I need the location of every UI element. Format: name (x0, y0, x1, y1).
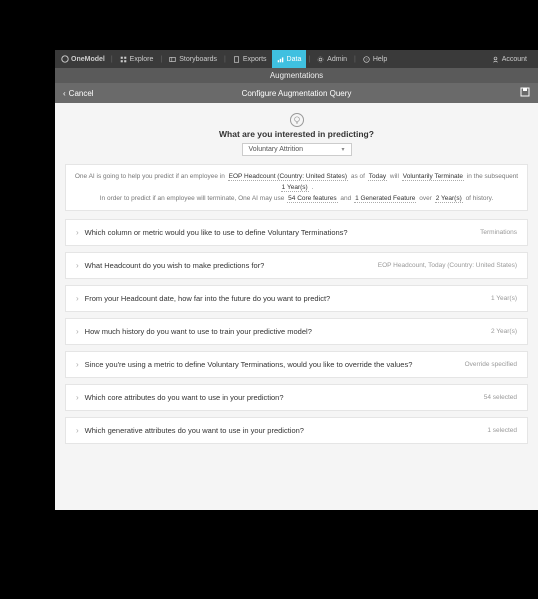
panel-value: 2 Year(s) (491, 328, 517, 335)
nav-label: Data (287, 56, 302, 63)
sentence-text: in the subsequent (467, 173, 518, 180)
nav-help[interactable]: ? Help (358, 50, 392, 68)
subheader: Augmentations (55, 68, 538, 83)
nav-label: Help (373, 56, 387, 63)
panel-value: EOP Headcount, Today (Country: United St… (378, 262, 517, 269)
sentence-text: One AI is going to help you predict if a… (75, 173, 225, 180)
content-area: What are you interested in predicting? V… (55, 103, 538, 510)
config-panel[interactable]: › How much history do you want to use to … (65, 318, 528, 345)
token-history[interactable]: 2 Year(s) (435, 195, 463, 203)
nav-separator: | (224, 56, 226, 63)
sentence-text: and (340, 195, 351, 202)
svg-text:?: ? (365, 57, 367, 61)
config-panel[interactable]: › From your Headcount date, how far into … (65, 285, 528, 312)
export-icon (233, 56, 240, 63)
sentence-text: as of (351, 173, 365, 180)
chevron-right-icon: › (76, 228, 79, 237)
panel-question: What Headcount do you wish to make predi… (85, 261, 378, 270)
token-horizon[interactable]: 1 Year(s) (281, 184, 309, 192)
chevron-right-icon: › (76, 327, 79, 336)
nav-separator: | (111, 56, 113, 63)
titlebar: ‹ Cancel Configure Augmentation Query (55, 83, 538, 103)
nav-label: Account (502, 56, 527, 63)
nav-data[interactable]: Data (272, 50, 307, 68)
panel-question: Which column or metric would you like to… (85, 228, 480, 237)
chevron-down-icon: ▾ (341, 146, 344, 153)
account-icon (492, 56, 499, 63)
panel-value: 1 selected (487, 427, 517, 434)
panel-value: Terminations (480, 229, 517, 236)
lightbulb-icon (290, 113, 304, 127)
intro-section: What are you interested in predicting? V… (65, 113, 528, 156)
token-gen-features[interactable]: 1 Generated Feature (354, 195, 416, 203)
nav-label: Explore (130, 56, 154, 63)
storyboard-icon (169, 56, 176, 63)
sentence-text: of history. (466, 195, 494, 202)
nav-label: Admin (327, 56, 347, 63)
config-panel[interactable]: › Which generative attributes do you want… (65, 417, 528, 444)
nav-separator: | (160, 56, 162, 63)
prediction-select[interactable]: Voluntary Attrition ▾ (242, 143, 352, 156)
nav-storyboards[interactable]: Storyboards (164, 50, 222, 68)
sentence-text: over (419, 195, 432, 202)
config-panel[interactable]: › Which column or metric would you like t… (65, 219, 528, 246)
intro-title: What are you interested in predicting? (65, 129, 528, 139)
nav-separator: | (308, 56, 310, 63)
panels-list: › Which column or metric would you like t… (65, 219, 528, 444)
top-nav: OneModel | Explore | Storyboards | Expor… (55, 50, 538, 68)
summary-sentence: One AI is going to help you predict if a… (65, 164, 528, 211)
panel-question: How much history do you want to use to t… (85, 327, 491, 336)
back-icon[interactable]: ‹ (63, 89, 66, 98)
panel-value: 1 Year(s) (491, 295, 517, 302)
panel-question: Which core attributes do you want to use… (85, 393, 484, 402)
chevron-right-icon: › (76, 360, 79, 369)
panel-value: Override specified (465, 361, 517, 368)
nav-admin[interactable]: Admin (312, 50, 352, 68)
chevron-right-icon: › (76, 426, 79, 435)
app-window: OneModel | Explore | Storyboards | Expor… (55, 50, 538, 510)
panel-question: Since you're using a metric to define Vo… (85, 360, 465, 369)
token-headcount[interactable]: EOP Headcount (Country: United States) (228, 173, 348, 181)
config-panel[interactable]: › Which core attributes do you want to us… (65, 384, 528, 411)
panel-value: 54 selected (484, 394, 517, 401)
data-icon (277, 56, 284, 63)
brand-label: OneModel (71, 56, 105, 63)
config-panel[interactable]: › Since you're using a metric to define V… (65, 351, 528, 378)
chevron-right-icon: › (76, 393, 79, 402)
sentence-text: In order to predict if an employee will … (100, 195, 285, 202)
save-icon[interactable] (520, 87, 530, 99)
select-value: Voluntary Attrition (249, 146, 303, 153)
cancel-button[interactable]: Cancel (69, 89, 94, 98)
panel-question: Which generative attributes do you want … (85, 426, 488, 435)
gear-icon (317, 56, 324, 63)
sentence-text: . (312, 184, 314, 191)
sentence-text: will (390, 173, 399, 180)
chevron-right-icon: › (76, 294, 79, 303)
grid-icon (120, 56, 127, 63)
page-title: Configure Augmentation Query (113, 89, 480, 98)
brand[interactable]: OneModel (61, 55, 105, 63)
nav-explore[interactable]: Explore (115, 50, 159, 68)
brand-icon (61, 55, 69, 63)
nav-exports[interactable]: Exports (228, 50, 272, 68)
help-icon: ? (363, 56, 370, 63)
nav-account[interactable]: Account (487, 50, 532, 68)
token-date[interactable]: Today (368, 173, 387, 181)
token-event[interactable]: Voluntarily Terminate (402, 173, 464, 181)
nav-label: Storyboards (179, 56, 217, 63)
nav-label: Exports (243, 56, 267, 63)
panel-question: From your Headcount date, how far into t… (85, 294, 491, 303)
token-core-features[interactable]: 54 Core features (287, 195, 337, 203)
nav-separator: | (354, 56, 356, 63)
chevron-right-icon: › (76, 261, 79, 270)
config-panel[interactable]: › What Headcount do you wish to make pred… (65, 252, 528, 279)
